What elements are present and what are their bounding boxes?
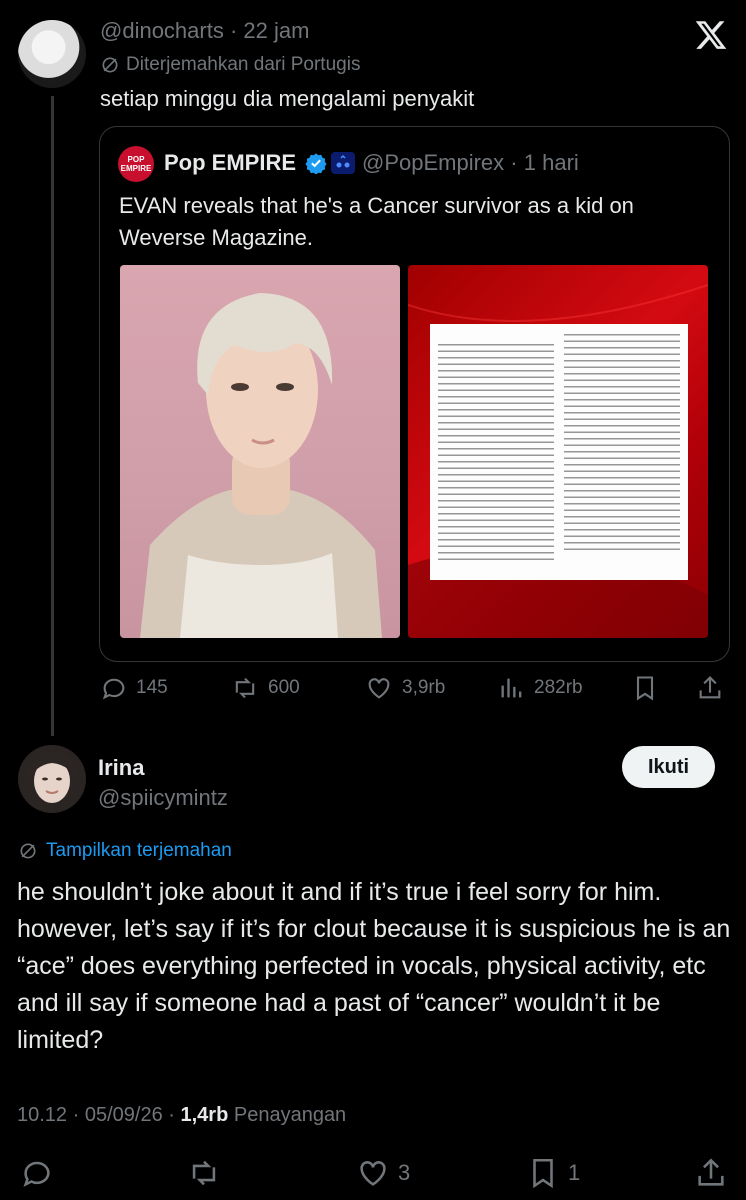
translate-icon xyxy=(20,843,36,859)
reply-bookmark-count: 1 xyxy=(568,1160,581,1185)
reply-count: 145 xyxy=(136,677,168,698)
separator: · xyxy=(229,18,238,43)
reply-date[interactable]: 05/09/26 xyxy=(85,1104,163,1126)
show-translation-text[interactable]: Tampilkan terjemahan xyxy=(46,840,232,862)
reply-icon[interactable] xyxy=(20,1156,54,1190)
quoted-tweet-text: EVAN reveals that he's a Cancer survivor… xyxy=(119,193,634,250)
article-page-image xyxy=(430,324,688,580)
x-logo-icon[interactable] xyxy=(694,18,728,52)
show-translation-link[interactable]: Tampilkan terjemahan xyxy=(18,840,232,862)
reply-icon xyxy=(102,678,125,700)
reply-action[interactable]: 145 xyxy=(100,674,168,702)
media-photo-portrait[interactable] xyxy=(120,265,400,638)
author-handle[interactable]: @dinocharts xyxy=(100,18,224,43)
reply-meta: 10.12 · 05/09/26 · 1,4rb Penayangan xyxy=(17,1104,347,1126)
quoted-time[interactable]: 1 hari xyxy=(524,150,579,175)
affiliate-badge-icon xyxy=(331,152,355,174)
verified-badge-icon xyxy=(305,153,327,174)
reply-time[interactable]: 10.12 xyxy=(17,1104,67,1126)
tweet-header: @dinocharts · 22 jam xyxy=(100,18,309,44)
heart-icon xyxy=(368,678,390,699)
reply-like-action[interactable]: 3 xyxy=(356,1156,410,1190)
repost-icon xyxy=(235,677,255,699)
separator: · xyxy=(510,150,518,175)
heart-icon xyxy=(360,1161,386,1186)
like-action[interactable]: 3,9rb xyxy=(364,674,445,702)
repost-icon[interactable] xyxy=(186,1156,222,1190)
quoted-header-meta: @PopEmpirex · 1 hari xyxy=(362,150,579,176)
repost-count: 600 xyxy=(268,677,300,698)
translated-note: Diterjemahkan dari Portugis xyxy=(100,54,360,76)
tweet-time[interactable]: 22 jam xyxy=(243,18,309,43)
reply-views-count: 1,4rb xyxy=(180,1104,229,1126)
follow-button[interactable]: Ikuti xyxy=(622,746,715,788)
reply-views-label: Penayangan xyxy=(233,1104,347,1126)
reply-author-avatar[interactable] xyxy=(18,745,86,813)
reply-like-count: 3 xyxy=(398,1160,411,1185)
share-icon[interactable] xyxy=(696,674,724,702)
author-avatar[interactable] xyxy=(18,20,86,88)
bookmark-icon xyxy=(533,1158,553,1189)
quoted-author-handle[interactable]: @PopEmpirex xyxy=(362,150,504,175)
thread-line xyxy=(51,96,54,736)
quoted-author-name[interactable]: Pop EMPIRE xyxy=(164,150,296,176)
translated-note-text: Diterjemahkan dari Portugis xyxy=(126,54,361,75)
views-count: 282rb xyxy=(534,677,583,698)
views-icon xyxy=(501,678,522,698)
avatar-logo-top: POP xyxy=(127,155,145,164)
avatar-logo-bottom: EMPIRE xyxy=(120,164,152,173)
reply-author-handle[interactable]: @spiicymintz xyxy=(98,785,228,811)
quoted-author-avatar[interactable]: POP EMPIRE xyxy=(118,146,154,182)
like-count: 3,9rb xyxy=(402,677,446,698)
share-icon[interactable] xyxy=(694,1156,728,1190)
reply-text: he shouldn’t joke about it and if it’s t… xyxy=(17,878,731,1054)
translate-icon xyxy=(102,57,118,73)
views-action[interactable]: 282rb xyxy=(498,674,583,702)
tweet-text: setiap minggu dia mengalami penyakit xyxy=(100,86,475,111)
reply-author-name[interactable]: Irina xyxy=(98,755,144,781)
bookmark-icon[interactable] xyxy=(631,674,659,702)
repost-action[interactable]: 600 xyxy=(230,674,300,702)
reply-bookmark-action[interactable]: 1 xyxy=(526,1156,580,1190)
